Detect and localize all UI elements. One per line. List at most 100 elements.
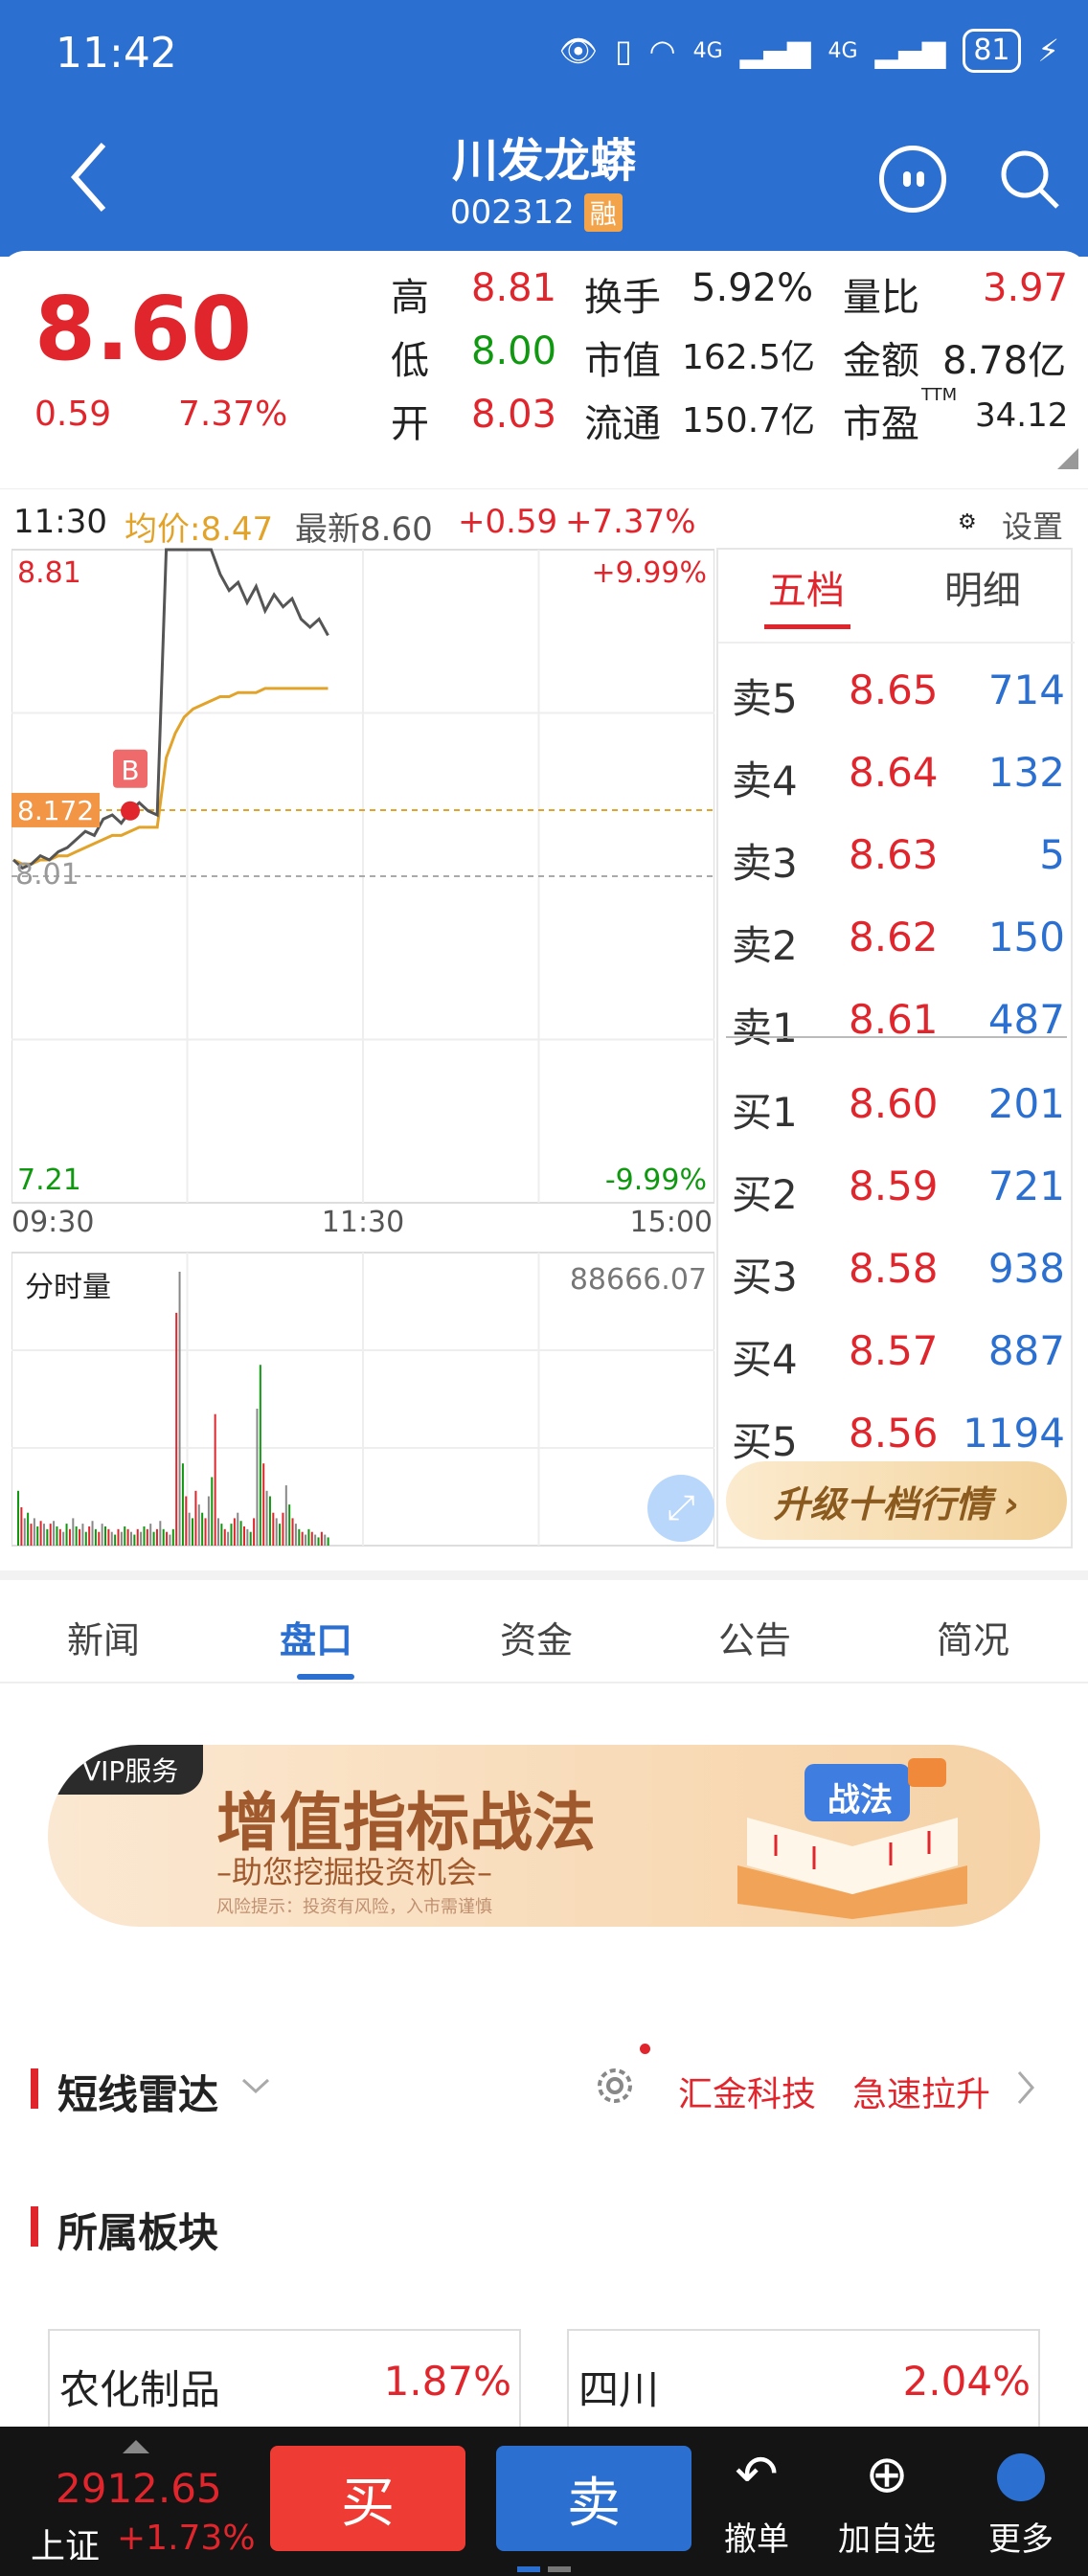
chat-icon[interactable] [879, 146, 946, 213]
header: 11:42 👁 ▯ ◠ 4G ▂▄▆ 4G ▂▄▆ 81 ⚡ 川发龙蟒 0023… [0, 0, 1088, 257]
chart-time: 11:30 [13, 503, 107, 541]
volume-bar [94, 1528, 97, 1546]
volume-bar [268, 1496, 271, 1546]
fullscreen-icon[interactable]: ⤢ [647, 1475, 714, 1542]
tab-profile[interactable]: 简况 [937, 1611, 1009, 1663]
bid-row[interactable]: 买1 8.60 201 [718, 1063, 1075, 1145]
volume-bar [58, 1528, 61, 1546]
upgrade-level10-button[interactable]: 升级十档行情 › [726, 1461, 1067, 1540]
sector-card-1[interactable]: 农化制品 1.87% [48, 2329, 521, 2434]
index-expand-icon[interactable] [123, 2440, 149, 2453]
volume-bar [223, 1528, 226, 1546]
volume-bar [188, 1512, 191, 1546]
volume-bar [72, 1518, 75, 1546]
volume-bar [253, 1518, 256, 1546]
add-watchlist-label: 加自选 [838, 2520, 936, 2559]
level-price: 8.64 [849, 749, 939, 796]
tab-five-level[interactable]: 五档 [768, 559, 845, 615]
volume-bar [327, 1537, 329, 1546]
settings-button[interactable]: 设置 [1002, 503, 1063, 547]
signal-1: 4G [692, 38, 723, 63]
volume-bar [98, 1531, 101, 1546]
volume-bar [91, 1521, 94, 1546]
turnover-label: 换手 [584, 276, 661, 320]
volume-bar [149, 1524, 152, 1546]
volume-bar [62, 1531, 65, 1546]
chevron-down-icon[interactable] [239, 2074, 272, 2097]
sector-card-2[interactable]: 四川 2.04% [567, 2329, 1040, 2434]
tab-handicap[interactable]: 盘口 [280, 1611, 352, 1663]
level-price: 8.58 [849, 1245, 939, 1292]
gear-icon[interactable] [590, 2061, 640, 2111]
chart-toolbar: 11:30 均价:8.47 最新8.60 +0.59 +7.37% ⚙ 设置 [0, 488, 1088, 549]
chevron-right-icon[interactable] [1015, 2068, 1036, 2107]
cancel-order-label: 撤单 [724, 2520, 789, 2559]
index-value[interactable]: 2912.65 [56, 2465, 222, 2512]
banner-risk: 风险提示：投资有风险，入市需谨慎 [216, 1897, 492, 1917]
signal-2: 4G [827, 38, 858, 63]
volume-bar [46, 1528, 49, 1546]
tab-detail[interactable]: 明细 [944, 559, 1021, 615]
more-button[interactable]: 更多 [963, 2436, 1078, 2570]
volume-bar [27, 1512, 30, 1546]
level-label: 卖1 [732, 1005, 798, 1051]
volume-bar [291, 1518, 294, 1546]
radar-link-1[interactable]: 汇金科技 [678, 2067, 816, 2116]
tab-news[interactable]: 新闻 [67, 1611, 140, 1663]
add-circle-icon: ⊕ [865, 2444, 909, 2504]
volume-bar [178, 1272, 181, 1546]
notify-dot [640, 2044, 650, 2054]
sell-button[interactable]: 卖 [496, 2446, 691, 2551]
vip-banner[interactable]: VIP服务 增值指标战法 –助您挖掘投资机会– 风险提示：投资有风险，入市需谨慎… [48, 1745, 1040, 1927]
bid-row[interactable]: 买4 8.57 887 [718, 1310, 1075, 1392]
volume-bar [262, 1463, 265, 1546]
volume-label: 分时量 [25, 1271, 111, 1304]
volume-bar [201, 1512, 204, 1546]
bid-row[interactable]: 买2 8.59 721 [718, 1145, 1075, 1228]
more-icon [963, 2436, 1078, 2513]
expand-corner-icon[interactable] [1057, 448, 1078, 469]
ask-row[interactable]: 卖1 8.61 487 [718, 979, 1075, 1061]
add-watchlist-button[interactable]: ⊕ 加自选 [829, 2436, 944, 2570]
sector-name: 四川 [578, 2366, 660, 2413]
intraday-chart[interactable]: B 8.81 +9.99% 7.21 -9.99% 8.01 8.172 09:30 11:3… [11, 548, 714, 1548]
last-price: 8.60 [34, 278, 252, 380]
tab-funds[interactable]: 资金 [500, 1611, 573, 1663]
volume-bar [101, 1524, 103, 1546]
buy-button[interactable]: 买 [270, 2446, 465, 2551]
volume-bar [294, 1524, 297, 1546]
radar-title[interactable]: 短线雷达 [57, 2063, 218, 2121]
volume-bar [314, 1534, 317, 1546]
volume-bar [324, 1534, 327, 1546]
radar-link-2[interactable]: 急速拉升 [852, 2067, 990, 2116]
bid-row[interactable]: 买3 8.58 938 [718, 1228, 1075, 1310]
gear-icon[interactable]: ⚙ [958, 510, 977, 534]
tab-announcements[interactable]: 公告 [718, 1611, 791, 1663]
volume-bar [114, 1534, 117, 1546]
ask-row[interactable]: 卖3 8.63 5 [718, 814, 1075, 896]
search-icon[interactable] [996, 146, 1063, 213]
pe-value: 34.12 [975, 396, 1069, 435]
ask-row[interactable]: 卖2 8.62 150 [718, 896, 1075, 979]
ask-row[interactable]: 卖4 8.64 132 [718, 732, 1075, 814]
stock-code-row: 002312 融 [450, 193, 623, 232]
volume-bar [230, 1524, 233, 1546]
volume-bar [301, 1531, 304, 1546]
volume-bar [317, 1537, 320, 1546]
ask-row[interactable]: 卖5 8.65 714 [718, 649, 1075, 732]
level-price: 8.63 [849, 831, 939, 878]
battery: 81 [963, 29, 1021, 73]
volume-bar [307, 1528, 310, 1546]
volume-bar [162, 1528, 165, 1546]
level-price: 8.65 [849, 667, 939, 713]
level-label: 买1 [732, 1089, 798, 1136]
x-tick-end: 15:00 [630, 1206, 713, 1239]
volume-bars [17, 1272, 329, 1546]
order-book: 五档 明细 卖5 8.65 714 卖4 8.64 132 卖3 8.63 5 卖2 8.62 150… [716, 548, 1075, 1548]
cancel-order-button[interactable]: ↶ 撤单 [699, 2436, 814, 2570]
volume-bar [298, 1528, 301, 1546]
amount-value: 8.78亿 [942, 339, 1067, 383]
charging-icon: ⚡ [1037, 33, 1059, 69]
volume-bar [166, 1531, 169, 1546]
volume-bar [227, 1531, 230, 1546]
